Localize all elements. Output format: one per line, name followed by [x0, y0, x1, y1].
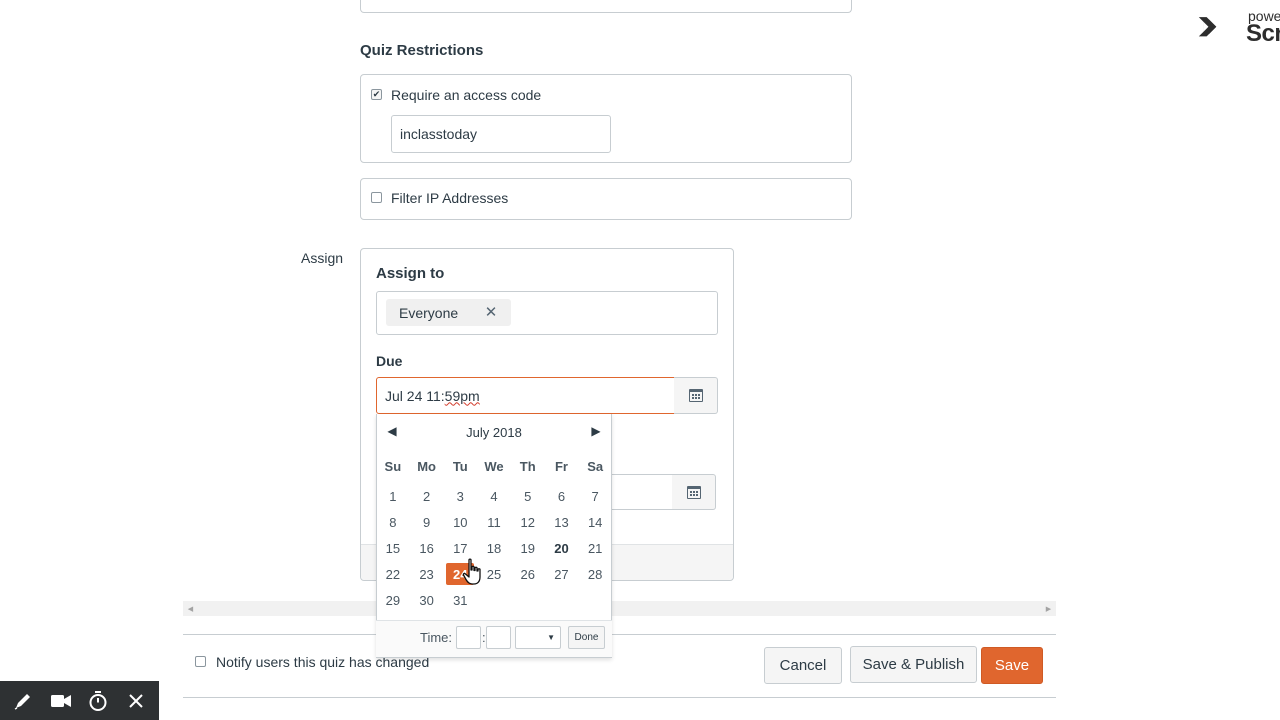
day-cell[interactable]: 12 [511, 511, 545, 533]
minute-input[interactable] [486, 626, 511, 649]
ampm-select[interactable]: ▼ [515, 626, 561, 649]
scroll-right-arrow-icon[interactable]: ▶ [1041, 601, 1056, 616]
day-cell[interactable]: 8 [376, 511, 410, 533]
week-row: 22 23 24 25 26 27 28 [376, 561, 612, 587]
days-of-week-row: Su Mo Tu We Th Fr Sa [376, 453, 612, 479]
datepicker-grid: Su Mo Tu We Th Fr Sa 1 2 3 4 5 6 7 8 9 10 11 12 13 14 15 16 17 1… [376, 453, 612, 613]
day-cell[interactable]: 17 [443, 537, 477, 559]
day-cell[interactable]: 9 [410, 511, 444, 533]
assign-side-label: Assign [301, 250, 344, 266]
remove-token-close-icon[interactable]: ✕ [484, 304, 498, 321]
prev-month-arrow-icon[interactable]: ◀ [386, 423, 398, 439]
day-cell[interactable]: 20 [545, 537, 579, 559]
quiz-restrictions-title: Quiz Restrictions [360, 42, 484, 59]
due-label: Due [376, 353, 403, 369]
day-of-week-label: Sa [587, 458, 604, 474]
previous-section-box [360, 0, 852, 13]
pen-icon[interactable] [11, 689, 35, 713]
filter-ip-checkbox[interactable] [371, 192, 382, 203]
scroll-left-arrow-icon[interactable]: ◀ [183, 601, 198, 616]
day-cell[interactable]: 1 [376, 485, 410, 507]
day-cell[interactable]: 30 [410, 589, 444, 611]
screencast-logo-icon [1198, 17, 1217, 37]
day-cell [578, 589, 612, 611]
day-cell[interactable]: 6 [545, 485, 579, 507]
day-cell[interactable]: 27 [545, 563, 579, 585]
next-month-arrow-icon[interactable]: ▶ [590, 423, 602, 439]
logo-text-bottom: Scr [1246, 20, 1280, 47]
access-code-label[interactable]: Require an access code [391, 87, 541, 103]
calendar-icon [688, 389, 703, 402]
access-code-input[interactable]: inclasstoday [391, 115, 611, 153]
week-row: 15 16 17 18 19 20 21 [376, 535, 612, 561]
day-cell[interactable]: 10 [443, 511, 477, 533]
checkmark-icon: ✔ [372, 89, 381, 99]
day-cell[interactable]: 19 [511, 537, 545, 559]
day-cell[interactable]: 28 [578, 563, 612, 585]
day-cell[interactable]: 5 [511, 485, 545, 507]
day-cell [511, 589, 545, 611]
day-cell[interactable]: 14 [578, 511, 612, 533]
day-cell[interactable]: 31 [443, 589, 477, 611]
horizontal-scrollbar[interactable] [183, 601, 1056, 616]
available-calendar-button[interactable] [672, 474, 716, 510]
access-code-checkbox[interactable]: ✔ [371, 89, 382, 100]
timer-icon[interactable] [86, 689, 110, 713]
footer-divider-top [183, 634, 1056, 635]
calendar-icon [686, 485, 701, 499]
day-cell[interactable]: 26 [511, 563, 545, 585]
notify-users-checkbox[interactable] [195, 656, 206, 667]
week-row: 1234567 [376, 483, 612, 509]
day-cell[interactable]: 13 [545, 511, 579, 533]
save-button[interactable]: Save [981, 647, 1043, 684]
day-cell [477, 589, 511, 611]
day-of-week-label: Tu [452, 458, 468, 474]
day-of-week-label: Su [384, 458, 402, 474]
save-and-publish-button[interactable]: Save & Publish [850, 646, 977, 683]
due-date-input[interactable]: Jul 24 11: 59pm [376, 377, 675, 414]
camera-icon[interactable] [49, 689, 73, 713]
due-calendar-button[interactable] [674, 377, 718, 414]
day-cell[interactable]: 11 [477, 511, 511, 533]
footer-divider-bottom [183, 697, 1056, 698]
day-of-week-label: Th [519, 458, 536, 474]
close-icon[interactable] [124, 689, 148, 713]
time-label: Time: [420, 630, 453, 645]
day-cell[interactable]: 18 [477, 537, 511, 559]
day-cell[interactable]: 15 [376, 537, 410, 559]
day-cell[interactable]: 3 [443, 485, 477, 507]
week-row: 29 30 31 [376, 587, 612, 613]
cancel-button[interactable]: Cancel [764, 647, 842, 684]
hour-input[interactable] [456, 626, 481, 649]
day-cell[interactable]: 23 [410, 563, 444, 585]
day-cell[interactable]: 22 [376, 563, 410, 585]
assign-to-title: Assign to [376, 265, 445, 282]
week-row: 8 9 10 11 12 13 14 [376, 509, 612, 535]
day-cell[interactable]: 4 [477, 485, 511, 507]
day-of-week-label: Fr [554, 458, 568, 474]
recorder-toolbar [0, 681, 159, 720]
day-cell [545, 589, 579, 611]
day-cell[interactable]: 16 [410, 537, 444, 559]
filter-ip-label[interactable]: Filter IP Addresses [391, 190, 508, 206]
day-cell[interactable]: 7 [578, 485, 612, 507]
hand-cursor-icon [462, 558, 481, 585]
day-cell[interactable]: 2 [410, 485, 444, 507]
dropdown-arrow-icon: ▼ [547, 633, 555, 642]
day-of-week-label: We [484, 458, 504, 474]
datepicker-month-title: July 2018 [466, 424, 522, 440]
day-of-week-label: Mo [417, 458, 436, 474]
day-cell[interactable]: 21 [578, 537, 612, 559]
day-cell[interactable]: 29 [376, 589, 410, 611]
datepicker-done-button[interactable]: Done [568, 626, 605, 649]
